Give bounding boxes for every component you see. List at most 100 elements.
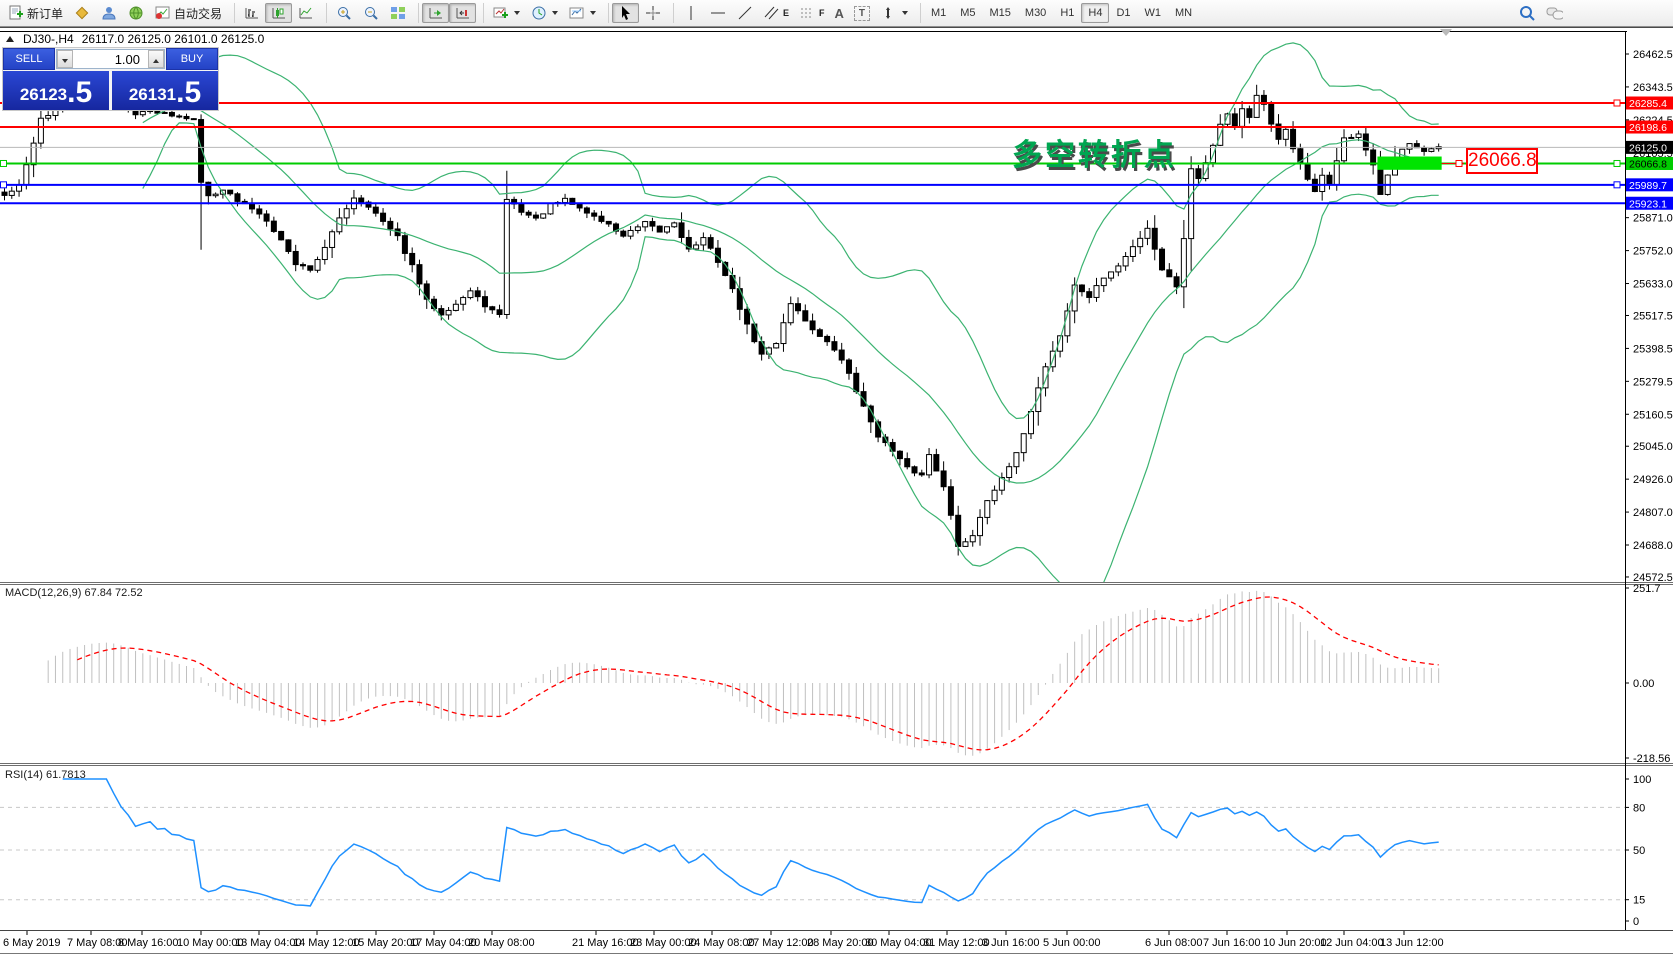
svg-text:10 Jun 20:00: 10 Jun 20:00: [1263, 937, 1327, 949]
new-order-icon: [7, 5, 24, 22]
svg-text:26462.5: 26462.5: [1633, 49, 1673, 61]
timeframe-d1[interactable]: D1: [1109, 3, 1137, 23]
svg-text:6 Jun 08:00: 6 Jun 08:00: [1145, 937, 1203, 949]
svg-text:25279.5: 25279.5: [1633, 376, 1673, 388]
buy-price[interactable]: 26131.5: [112, 71, 218, 110]
dropdown-caret: [552, 11, 558, 15]
timeframe-mn[interactable]: MN: [1168, 3, 1199, 23]
volume-input[interactable]: [73, 50, 148, 68]
rsi-line: [63, 779, 1439, 906]
line-chart-button[interactable]: [292, 3, 319, 23]
svg-text:-218.56: -218.56: [1633, 753, 1670, 765]
macd-histogram: [48, 591, 1438, 756]
cursor-button[interactable]: [612, 3, 639, 23]
text-label-button[interactable]: T: [849, 3, 875, 23]
crosshair-button[interactable]: [639, 3, 666, 23]
toolbar-separator: [479, 3, 484, 23]
tile-windows-button[interactable]: [384, 3, 411, 23]
svg-text:23 May 00:00: 23 May 00:00: [630, 937, 697, 949]
volume-increase-button[interactable]: [148, 50, 164, 68]
svg-text:26343.5: 26343.5: [1633, 82, 1673, 94]
quick-nav-icon[interactable]: [1440, 29, 1452, 36]
crosshair-icon: [644, 5, 661, 22]
svg-text:15: 15: [1633, 895, 1645, 907]
auto-trading-icon: [154, 5, 171, 22]
svg-text:20 May 08:00: 20 May 08:00: [468, 937, 535, 949]
dropdown-caret: [514, 11, 520, 15]
chart-shift-button[interactable]: [449, 3, 476, 23]
buy-button[interactable]: BUY: [166, 48, 218, 70]
svg-text:3 Jun 16:00: 3 Jun 16:00: [982, 937, 1040, 949]
text-label-icon: T: [854, 6, 870, 21]
svg-text:17 May 04:00: 17 May 04:00: [410, 937, 477, 949]
svg-text:0.00: 0.00: [1633, 678, 1654, 690]
volume-spinner: [56, 49, 165, 69]
timeframe-m1[interactable]: M1: [924, 3, 953, 23]
svg-text:25517.5: 25517.5: [1633, 310, 1673, 322]
chart-canvas[interactable]: 26462.526343.526224.526105.525871.025752…: [0, 28, 1673, 954]
arrows-icon: [880, 5, 897, 22]
chart-annotation-text[interactable]: 多空转折点: [1012, 130, 1177, 174]
chart-shift-icon: [454, 5, 471, 22]
candlestick-chart-button[interactable]: [265, 3, 292, 23]
svg-text:24807.0: 24807.0: [1633, 507, 1673, 519]
new-order-button[interactable]: 新订单: [2, 3, 68, 23]
text-button[interactable]: A: [830, 3, 849, 23]
trendline-icon: [736, 5, 753, 22]
volume-decrease-button[interactable]: [57, 50, 73, 68]
new-order-label: 新订单: [27, 5, 63, 22]
market-button[interactable]: [68, 3, 95, 23]
trendline-button[interactable]: [731, 3, 758, 23]
signals-icon: [100, 5, 117, 22]
svg-text:27 May 12:00: 27 May 12:00: [747, 937, 814, 949]
equidistant-channel-icon: [763, 5, 780, 22]
svg-text:26285.4: 26285.4: [1629, 98, 1667, 110]
timeframe-m15[interactable]: M15: [983, 3, 1018, 23]
dropdown-caret: [902, 11, 908, 15]
timeframe-w1[interactable]: W1: [1138, 3, 1169, 23]
signals-button[interactable]: [95, 3, 122, 23]
timeframe-h4[interactable]: H4: [1081, 3, 1109, 23]
svg-text:13 May 04:00: 13 May 04:00: [235, 937, 302, 949]
highlight-rectangle[interactable]: [1377, 157, 1441, 170]
indicators-button[interactable]: [487, 3, 525, 23]
chat-icon[interactable]: [1546, 5, 1563, 22]
macd-label: MACD(12,26,9) 67.84 72.52: [5, 587, 143, 599]
zoom-in-button[interactable]: [330, 3, 357, 23]
svg-text:100: 100: [1633, 774, 1651, 786]
svg-text:0: 0: [1633, 916, 1639, 928]
arrows-button[interactable]: [875, 3, 913, 23]
svg-text:25871.0: 25871.0: [1633, 213, 1673, 225]
equidistant-channel-button[interactable]: E: [758, 3, 794, 23]
sell-price[interactable]: 26123.5: [3, 71, 109, 110]
search-icon[interactable]: [1519, 5, 1536, 22]
vertical-line-button[interactable]: [677, 3, 704, 23]
fibonacci-button[interactable]: F: [794, 3, 830, 23]
templates-button[interactable]: [563, 3, 601, 23]
horizontal-line-button[interactable]: [704, 3, 731, 23]
timeframe-m30[interactable]: M30: [1018, 3, 1053, 23]
auto-trading-button[interactable]: 自动交易: [149, 3, 227, 23]
community-button[interactable]: [122, 3, 149, 23]
svg-text:10 May 00:00: 10 May 00:00: [177, 937, 244, 949]
timeframe-h1[interactable]: H1: [1053, 3, 1081, 23]
bar-chart-button[interactable]: [238, 3, 265, 23]
auto-scroll-icon: [427, 5, 444, 22]
sell-button[interactable]: SELL: [3, 48, 55, 70]
timeframe-m5[interactable]: M5: [953, 3, 982, 23]
chart-title: DJ30-,H4 26117.0 26125.0 26101.0 26125.0: [6, 32, 264, 46]
price-callout-label[interactable]: 26066.8: [1466, 148, 1538, 174]
svg-text:24688.0: 24688.0: [1633, 540, 1673, 552]
toolbar-separator: [604, 3, 609, 23]
svg-text:26125.0: 26125.0: [1629, 142, 1667, 154]
svg-text:21 May 16:00: 21 May 16:00: [572, 937, 639, 949]
auto-scroll-button[interactable]: [422, 3, 449, 23]
periods-button[interactable]: [525, 3, 563, 23]
zoom-out-button[interactable]: [357, 3, 384, 23]
svg-text:8 May 16:00: 8 May 16:00: [118, 937, 179, 949]
svg-text:13 Jun 12:00: 13 Jun 12:00: [1380, 937, 1444, 949]
window-icon: [6, 36, 14, 42]
candlestick-series: [2, 57, 1441, 555]
svg-text:30 May 04:00: 30 May 04:00: [865, 937, 932, 949]
svg-text:24926.0: 24926.0: [1633, 474, 1673, 486]
